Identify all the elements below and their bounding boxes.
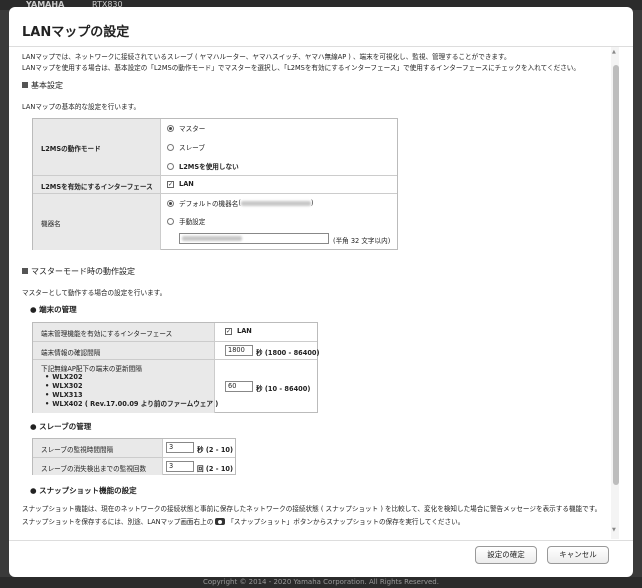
dialog-title: LANマップの設定	[22, 25, 130, 40]
slave-interval-unit: 秒 (2 - 10)	[197, 446, 234, 454]
ap-interval-label: 下記無線AP配下の端末の更新間隔	[41, 365, 142, 373]
term-interval-row: 端末情報の確認間隔 1800 秒 (1800 - 86400)	[33, 341, 320, 359]
term-interval-label: 端末情報の確認間隔	[41, 349, 101, 357]
checkbox-icon[interactable]: ✓	[225, 327, 232, 335]
radio-icon[interactable]	[167, 162, 174, 170]
ap-model-list: WLX202 WLX302 WLX313 WLX402 ( Rev.17.00.…	[45, 373, 218, 409]
scroll-down-arrow-icon[interactable]: ▼	[612, 527, 616, 533]
terminal-heading: ● 端末の管理	[30, 305, 77, 314]
basic-section-heading: 基本設定	[22, 80, 63, 91]
slave-interval-label: スレーブの監視時間間隔	[41, 446, 114, 454]
ap-interval-input[interactable]: 60	[225, 381, 253, 392]
terminal-table: 端末管理機能を有効にするインターフェース ✓ LAN 端末情報の確認間隔 1800…	[32, 322, 320, 413]
list-item: WLX402 ( Rev.17.00.09 より前のファームウェア )	[45, 400, 218, 409]
mode-label: L2MSの動作モード	[41, 145, 101, 153]
redacted-input-value	[182, 235, 242, 241]
device-name-label: 機器名	[41, 220, 61, 228]
square-bullet-icon	[22, 268, 28, 274]
term-interval-unit: 秒 (1800 - 86400)	[256, 349, 320, 357]
cancel-button[interactable]: キャンセル	[547, 546, 609, 564]
term-iface-row: 端末管理機能を有効にするインターフェース ✓ LAN	[33, 323, 317, 341]
snapshot-desc-2: スナップショットを保存するには、別途、LANマップ画面右上の 「スナップショット」…	[22, 518, 465, 526]
device-name-row: 機器名 デフォルトの機器名() 手動設定 (半角 32 文字以内)	[33, 193, 397, 250]
device-name-manual-option[interactable]: 手動設定	[167, 216, 205, 226]
term-iface-lan-checkbox[interactable]: ✓ LAN	[225, 327, 252, 335]
iface-lan-checkbox[interactable]: ✓ LAN	[167, 180, 194, 188]
dialog-content[interactable]: LANマップでは、ネットワークに接続されているスレーブ ( ヤマハルーター、ヤマ…	[22, 47, 620, 539]
snapshot-heading: ● スナップショット機能の設定	[30, 486, 137, 495]
term-iface-label: 端末管理機能を有効にするインターフェース	[41, 330, 173, 338]
ap-interval-row: 下記無線AP配下の端末の更新間隔 WLX202 WLX302 WLX313 WL…	[33, 359, 317, 413]
slave-count-unit: 回 (2 - 10)	[197, 465, 234, 473]
list-item: WLX202	[45, 373, 218, 382]
redacted-device-name	[240, 200, 311, 206]
slave-table: スレーブの監視時間間隔 3 秒 (2 - 10) スレーブの消失検出までの監視回…	[32, 438, 236, 475]
ap-interval-unit: 秒 (10 - 86400)	[256, 385, 311, 393]
copyright-footer: Copyright © 2014 - 2020 Yamaha Corporati…	[0, 577, 642, 588]
radio-icon[interactable]	[167, 124, 174, 132]
slave-count-label: スレーブの消失検出までの監視回数	[41, 465, 147, 473]
slave-interval-input[interactable]: 3	[166, 442, 194, 453]
basic-section-desc: LANマップの基本的な設定を行います。	[22, 103, 141, 111]
footer-divider	[9, 540, 633, 541]
slave-count-row: スレーブの消失検出までの監視回数 3 回 (2 - 10)	[33, 457, 235, 475]
camera-icon	[215, 518, 226, 525]
lanmap-settings-dialog: LANマップの設定 LANマップでは、ネットワークに接続されているスレーブ ( …	[9, 7, 633, 577]
slave-heading: ● スレーブの管理	[30, 422, 92, 431]
scrollbar-thumb[interactable]	[613, 65, 619, 485]
intro-line-2: LANマップを使用する場合は、基本設定の「L2MSの動作モード」でマスターを選択…	[22, 64, 580, 72]
list-item: WLX302	[45, 382, 218, 391]
device-name-input[interactable]	[179, 233, 329, 244]
snapshot-desc-1: スナップショット機能は、現在のネットワークの接続状態と事前に保存したネットワーク…	[22, 505, 602, 513]
iface-label: L2MSを有効にするインターフェース	[41, 183, 153, 191]
mode-option-slave[interactable]: スレーブ	[167, 142, 205, 152]
basic-settings-table: L2MSの動作モード マスター スレーブ L2MSを使用しない L2MSを有効に…	[32, 118, 398, 250]
list-item: WLX313	[45, 391, 218, 400]
slave-interval-row: スレーブの監視時間間隔 3 秒 (2 - 10)	[33, 439, 235, 457]
slave-count-input[interactable]: 3	[166, 461, 194, 472]
intro-line-1: LANマップでは、ネットワークに接続されているスレーブ ( ヤマハルーター、ヤマ…	[22, 53, 511, 61]
radio-icon[interactable]	[167, 199, 174, 207]
checkbox-icon[interactable]: ✓	[167, 180, 174, 188]
mode-option-none[interactable]: L2MSを使用しない	[167, 161, 239, 171]
master-section-desc: マスターとして動作する場合の設定を行います。	[22, 289, 167, 297]
iface-row: L2MSを有効にするインターフェース ✓ LAN	[33, 175, 397, 193]
mode-option-master[interactable]: マスター	[167, 123, 205, 133]
radio-icon[interactable]	[167, 217, 174, 225]
term-interval-input[interactable]: 1800	[225, 345, 253, 356]
mode-row: L2MSの動作モード マスター スレーブ L2MSを使用しない	[33, 119, 397, 175]
radio-icon[interactable]	[167, 143, 174, 151]
scroll-up-arrow-icon[interactable]: ▲	[612, 49, 616, 55]
device-name-hint: (半角 32 文字以内)	[333, 237, 391, 245]
device-name-default-option[interactable]: デフォルトの機器名()	[167, 198, 314, 208]
square-bullet-icon	[22, 82, 28, 88]
confirm-button[interactable]: 設定の確定	[475, 546, 537, 564]
master-section-heading: マスターモード時の動作設定	[22, 266, 135, 277]
